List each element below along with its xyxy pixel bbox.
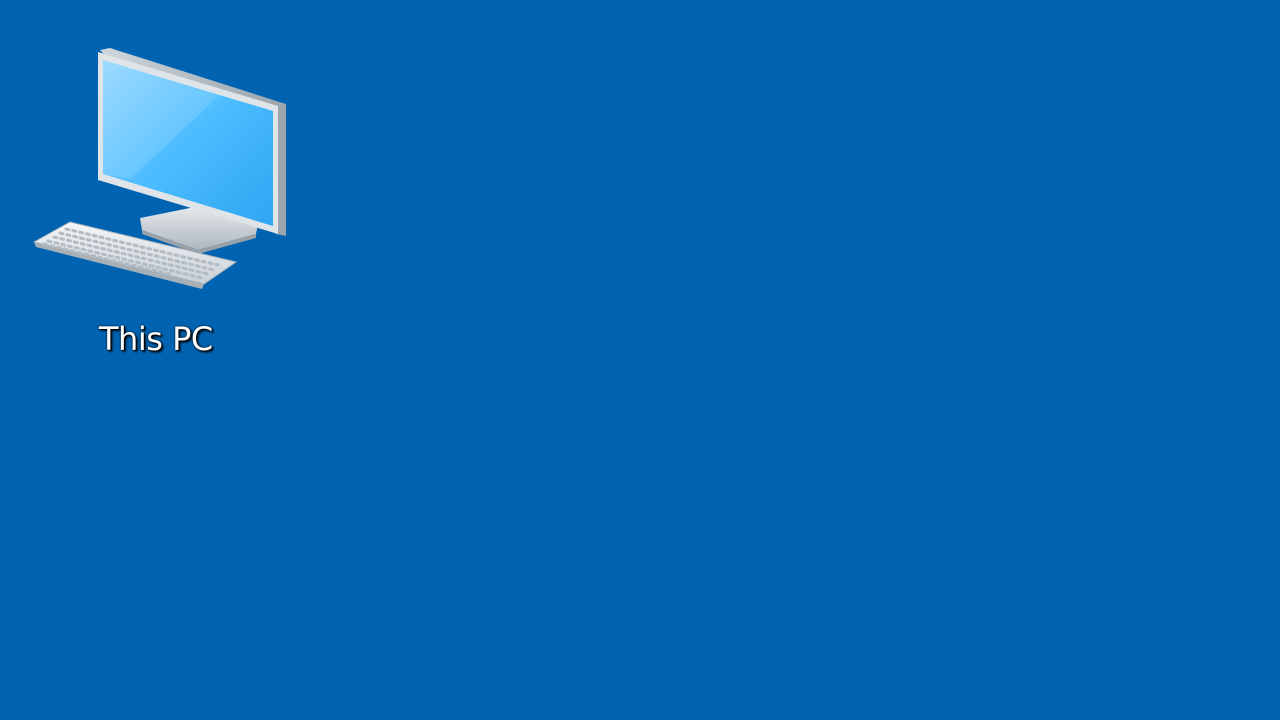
computer-icon [32,48,286,289]
desktop-icon-this-pc[interactable]: This PC [20,40,300,370]
desktop[interactable]: This PC [0,0,1280,720]
desktop-icon-label: This PC [99,320,213,358]
